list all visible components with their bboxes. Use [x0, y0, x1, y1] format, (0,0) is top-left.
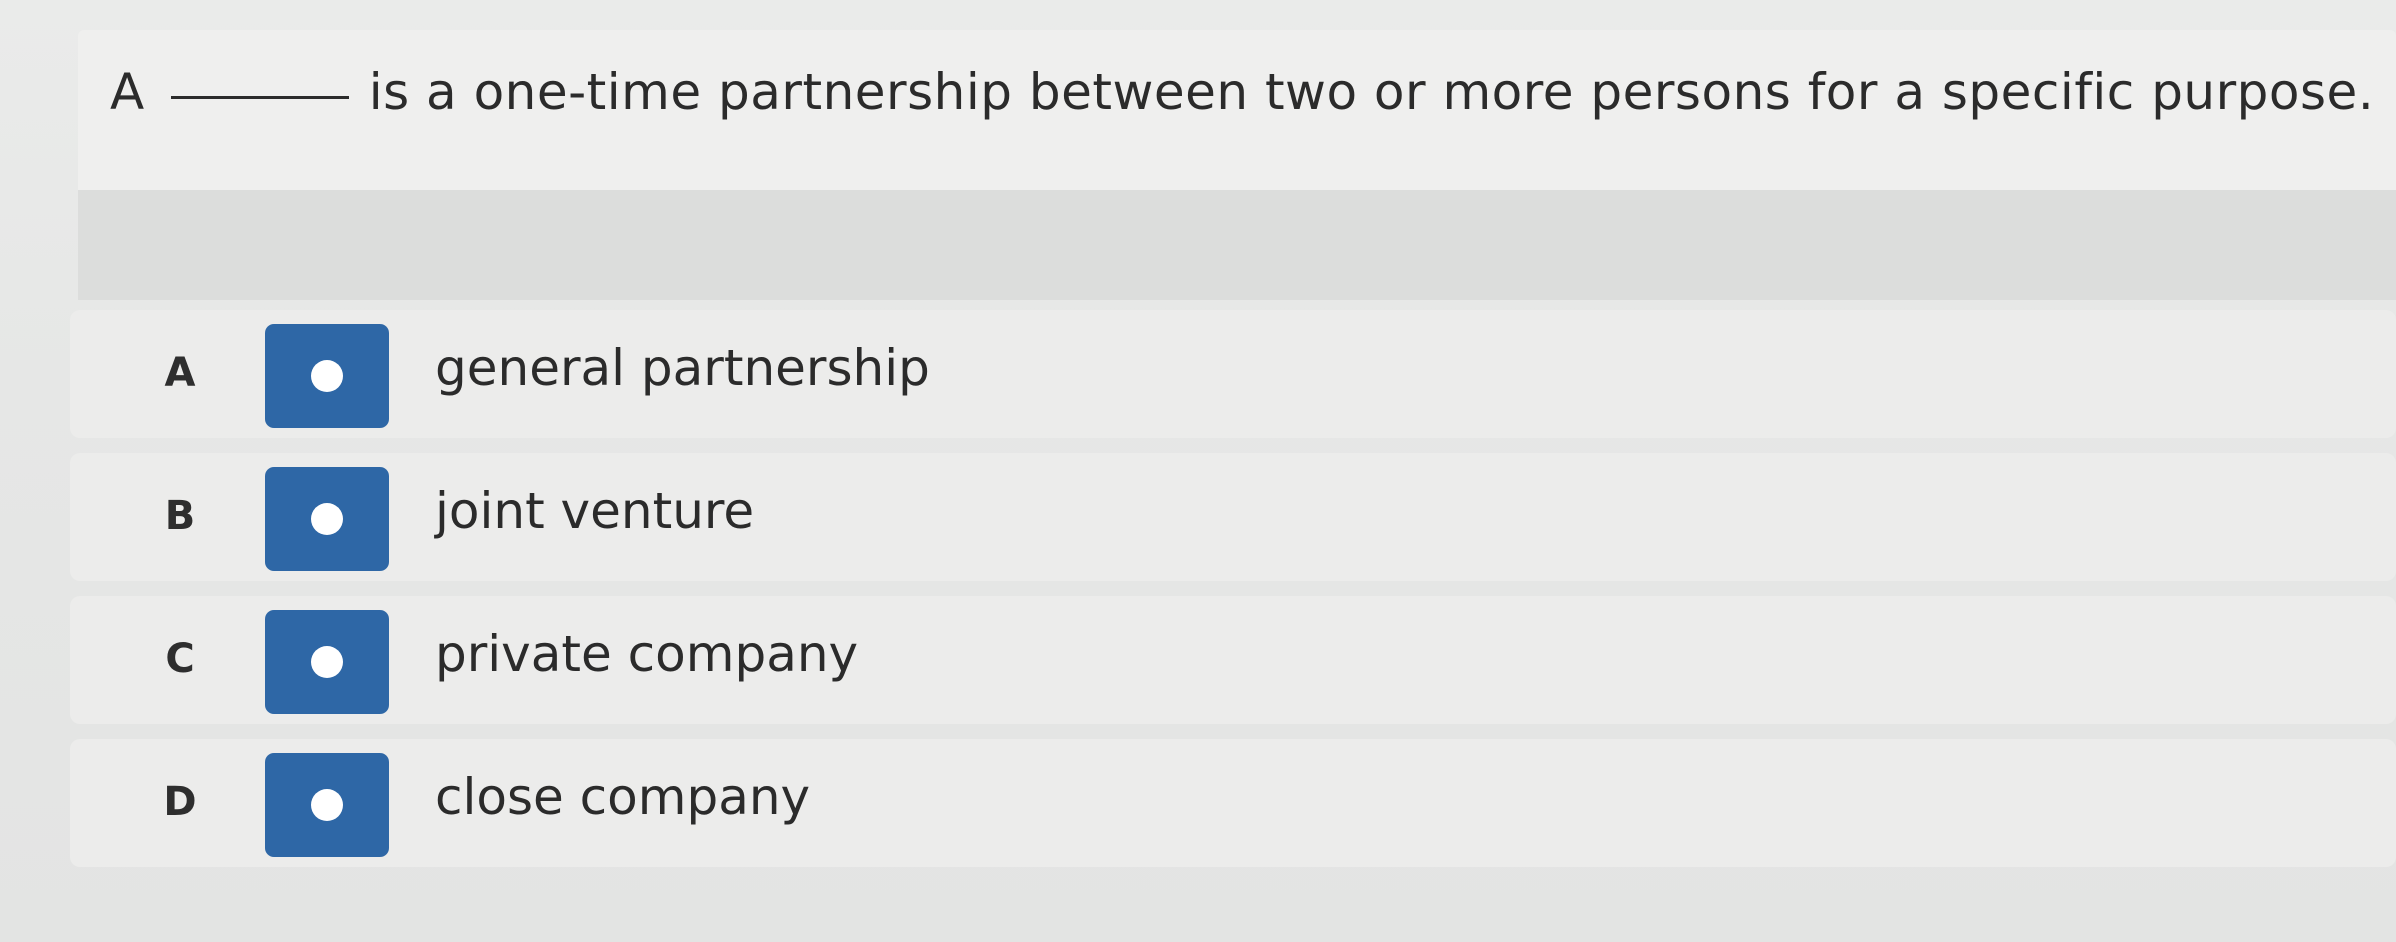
option-letter: C: [165, 636, 195, 682]
radio-button-b[interactable]: [265, 467, 389, 571]
option-label: private company: [435, 625, 859, 683]
option-letter: B: [164, 493, 196, 539]
option-letter: D: [163, 779, 197, 825]
radio-dot-icon: [311, 789, 343, 821]
option-row-a[interactable]: A general partnership: [70, 310, 2396, 438]
divider-band: [78, 190, 2396, 300]
question-text: Ais a one-time partnership between two o…: [110, 62, 2374, 122]
radio-dot-icon: [311, 646, 343, 678]
option-label: close company: [435, 768, 811, 826]
option-row-c[interactable]: C private company: [70, 596, 2396, 724]
radio-dot-icon: [311, 503, 343, 535]
option-label: general partnership: [435, 339, 930, 397]
option-label: joint venture: [435, 482, 755, 540]
radio-button-d[interactable]: [265, 753, 389, 857]
option-row-d[interactable]: D close company: [70, 739, 2396, 867]
option-letter: A: [164, 350, 196, 396]
question-suffix: is a one-time partnership between two or…: [368, 63, 2375, 121]
radio-button-c[interactable]: [265, 610, 389, 714]
question-prefix: A: [110, 63, 145, 121]
radio-dot-icon: [311, 360, 343, 392]
option-row-b[interactable]: B joint venture: [70, 453, 2396, 581]
radio-button-a[interactable]: [265, 324, 389, 428]
question-blank: [170, 96, 349, 99]
